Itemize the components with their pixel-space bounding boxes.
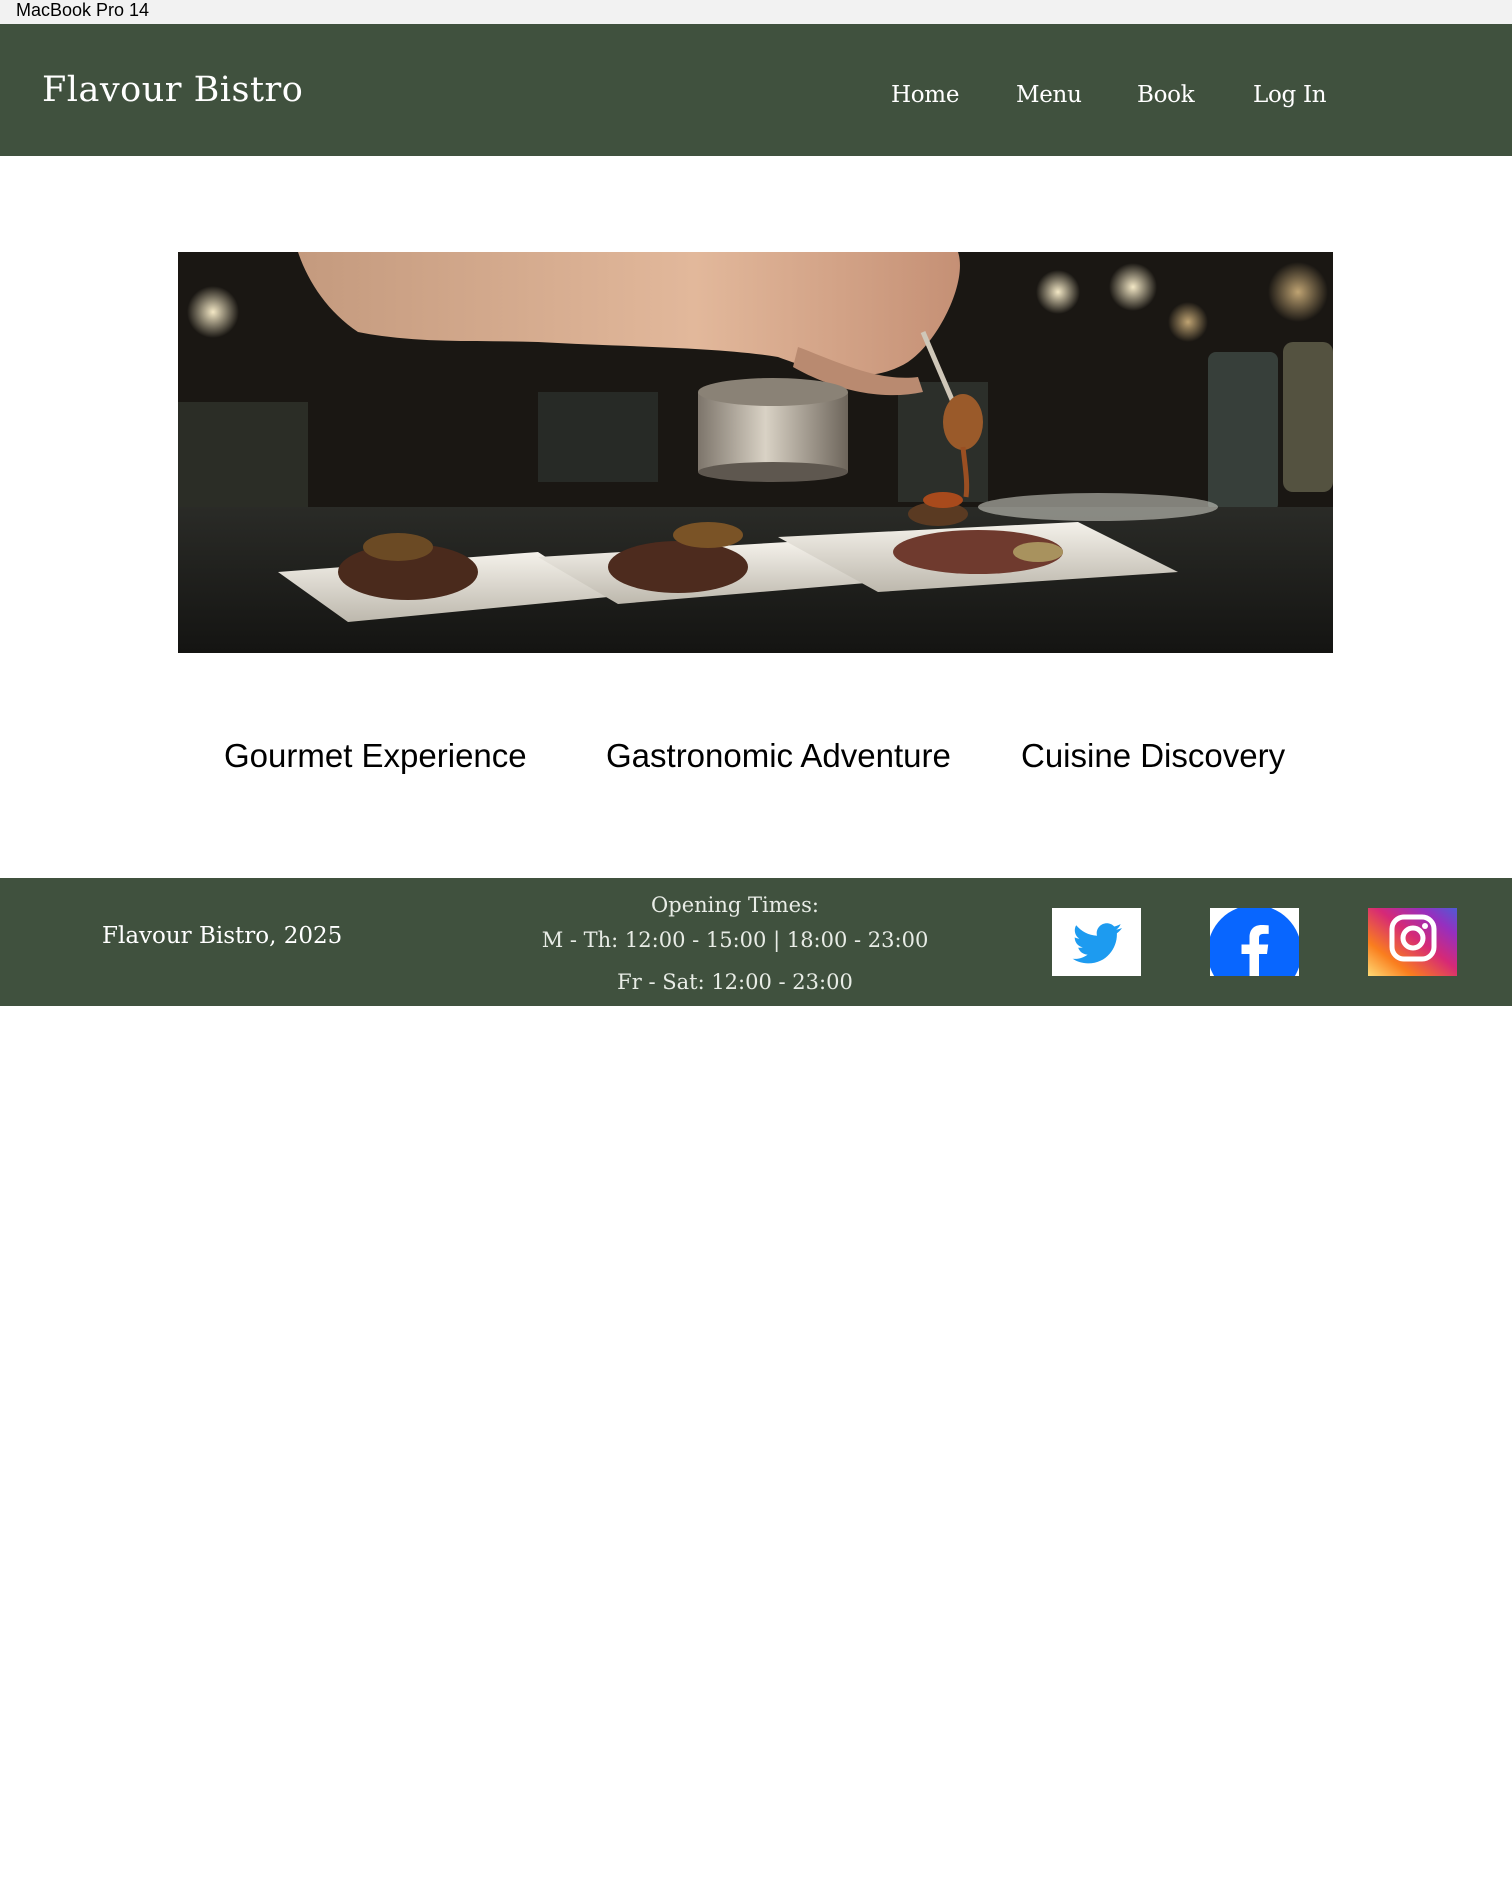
site-footer: Flavour Bistro, 2025 Opening Times: M - …	[0, 878, 1512, 1884]
instagram-logo-icon	[1368, 908, 1457, 976]
main-nav: Home Menu Book Log In	[0, 80, 1512, 114]
hero-image	[178, 252, 1333, 653]
copyright-text: Flavour Bistro, 2025	[102, 923, 343, 949]
feature-cuisine-discovery: Cuisine Discovery	[1021, 737, 1286, 774]
opening-times-title: Opening Times:	[651, 893, 819, 917]
nav-login[interactable]: Log In	[1253, 80, 1327, 110]
nav-book[interactable]: Book	[1137, 80, 1195, 110]
twitter-icon[interactable]	[1052, 908, 1141, 976]
opening-times-weekdays: M - Th: 12:00 - 15:00 | 18:00 - 23:00	[541, 928, 929, 952]
device-label: MacBook Pro 14	[0, 0, 1512, 24]
features-row: Gourmet Experience Gastronomic Adventure…	[0, 734, 1512, 784]
facebook-icon[interactable]	[1210, 908, 1299, 976]
chef-plating-photo	[178, 252, 1333, 653]
opening-times-weekend: Fr - Sat: 12:00 - 23:00	[617, 970, 853, 994]
facebook-logo-icon	[1210, 908, 1299, 976]
site-header: Flavour Bistro Home Menu Book Log In	[0, 24, 1512, 156]
feature-gourmet-experience: Gourmet Experience	[224, 737, 527, 774]
nav-menu[interactable]: Menu	[1016, 80, 1082, 110]
nav-home[interactable]: Home	[891, 80, 959, 110]
twitter-bird-icon	[1052, 908, 1141, 976]
feature-gastronomic-adventure: Gastronomic Adventure	[606, 737, 951, 774]
instagram-icon[interactable]	[1368, 908, 1457, 976]
